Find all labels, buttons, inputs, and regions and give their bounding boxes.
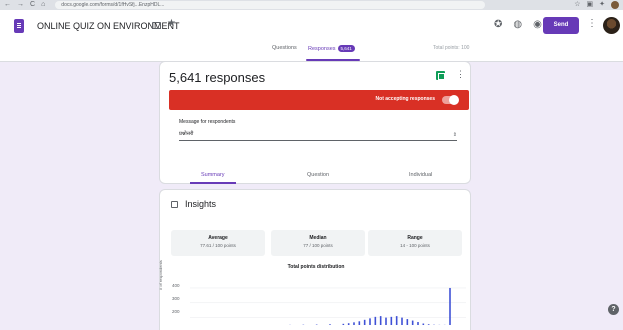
forms-logo-icon[interactable] <box>14 19 24 33</box>
distribution-bar[interactable] <box>401 317 403 325</box>
stat-range-label: Range <box>407 235 423 241</box>
distribution-bar[interactable] <box>390 316 393 325</box>
extension-icon[interactable]: ▣ <box>587 0 594 10</box>
insights-title: Insights <box>185 199 217 209</box>
not-accepting-label: Not accepting responses <box>375 96 435 102</box>
distribution-bar[interactable] <box>353 322 355 325</box>
home-icon[interactable]: ⌂ <box>41 0 45 10</box>
stat-average: Average 77.61 / 100 points <box>171 230 265 256</box>
stat-range-value: 14 - 100 points <box>400 243 430 248</box>
distribution-bar[interactable] <box>329 324 331 325</box>
distribution-bar[interactable] <box>347 323 350 325</box>
reload-icon[interactable]: C <box>30 0 35 10</box>
forward-icon[interactable]: → <box>17 0 24 10</box>
distribution-bar[interactable] <box>427 324 430 325</box>
tab-responses[interactable]: Responses 5,641 <box>308 45 355 52</box>
resize-handle-icon[interactable]: ⇕ <box>453 130 457 140</box>
distribution-bar[interactable] <box>449 287 451 325</box>
message-for-respondents-field[interactable]: प्रश्नोत्तरी ⇕ <box>179 129 457 141</box>
back-icon[interactable]: ← <box>4 0 11 10</box>
responses-count-title: 5,641 responses <box>169 70 266 85</box>
distribution-bar[interactable] <box>385 317 387 325</box>
distribution-bar[interactable] <box>363 319 366 325</box>
distribution-bar[interactable] <box>358 321 361 325</box>
stat-median: Median 77 / 100 points <box>271 230 365 256</box>
help-icon[interactable]: ? <box>608 304 619 315</box>
browser-toolbar: ← → C ⌂ docs.google.com/forms/d/1fHvSfj.… <box>0 0 623 10</box>
distribution-bar[interactable] <box>379 316 382 325</box>
address-bar[interactable]: docs.google.com/forms/d/1fHvSfj...EnzpHD… <box>55 1 486 9</box>
addon-icon[interactable]: ✪ <box>494 19 502 30</box>
subtab-question[interactable]: Question <box>307 172 329 178</box>
move-to-folder-icon[interactable] <box>152 22 161 29</box>
bookmark-star-icon[interactable]: ☆ <box>574 0 580 10</box>
message-value: प्रश्नोत्तरी <box>179 131 194 137</box>
insights-card: Insights Average 77.61 / 100 points Medi… <box>158 189 471 330</box>
subtab-indicator <box>190 182 236 184</box>
distribution-title: Total points distribution <box>287 264 345 270</box>
form-tabs: Questions Responses 5,641 Total points: 1… <box>0 44 623 62</box>
chart-y-axis-label: # of respondents <box>158 260 163 290</box>
distribution-bar[interactable] <box>342 323 345 325</box>
forms-header: ONLINE QUIZ ON ENVIRONMENT ★ ✪ ◍ ◉ ⚙ Sen… <box>0 10 623 62</box>
distribution-bar[interactable] <box>411 320 414 325</box>
preview-eye-icon[interactable]: ◉ <box>533 19 542 30</box>
responses-count-badge: 5,641 <box>337 45 355 52</box>
browser-profile-avatar[interactable] <box>611 1 619 9</box>
extensions-area: ☆ ▣ ✦ <box>574 0 619 10</box>
y-tick-200: 200 <box>172 309 180 314</box>
distribution-bar[interactable] <box>406 319 409 325</box>
distribution-bar[interactable] <box>374 316 377 325</box>
distribution-bar[interactable] <box>422 323 425 325</box>
message-label: Message for respondents <box>179 119 236 125</box>
stat-average-label: Average <box>208 235 228 241</box>
more-vert-icon[interactable]: ⋮ <box>587 18 597 29</box>
responses-more-icon[interactable]: ⋮ <box>456 69 465 80</box>
subtab-summary[interactable]: Summary <box>201 172 225 178</box>
account-avatar[interactable] <box>603 17 620 34</box>
y-tick-400: 400 <box>172 283 180 288</box>
puzzle-icon[interactable]: ✦ <box>599 0 605 10</box>
star-icon[interactable]: ★ <box>167 18 176 29</box>
distribution-bar[interactable] <box>395 316 398 325</box>
insights-icon <box>171 201 178 208</box>
responses-card: 5,641 responses ⋮ Not accepting response… <box>159 61 471 184</box>
stat-median-value: 77 / 100 points <box>303 243 333 248</box>
distribution-bar[interactable] <box>369 318 371 325</box>
subtab-individual[interactable]: Individual <box>409 172 432 178</box>
accepting-responses-toggle[interactable] <box>442 95 459 105</box>
stat-range: Range 14 - 100 points <box>368 230 462 256</box>
send-button[interactable]: Send <box>543 17 579 34</box>
y-tick-300: 300 <box>172 296 180 301</box>
link-to-sheets-icon[interactable] <box>436 71 445 80</box>
points-distribution-chart <box>190 287 466 325</box>
stat-average-value: 77.61 / 100 points <box>200 243 236 248</box>
browser-nav: ← → C ⌂ <box>4 0 45 10</box>
distribution-bar[interactable] <box>417 322 419 325</box>
stat-median-label: Median <box>309 235 327 241</box>
palette-icon[interactable]: ◍ <box>513 19 522 30</box>
total-points: Total points: 100 <box>433 45 470 51</box>
tab-responses-label: Responses <box>308 46 336 52</box>
not-accepting-banner: Not accepting responses <box>169 90 469 110</box>
tab-questions[interactable]: Questions <box>272 45 297 51</box>
